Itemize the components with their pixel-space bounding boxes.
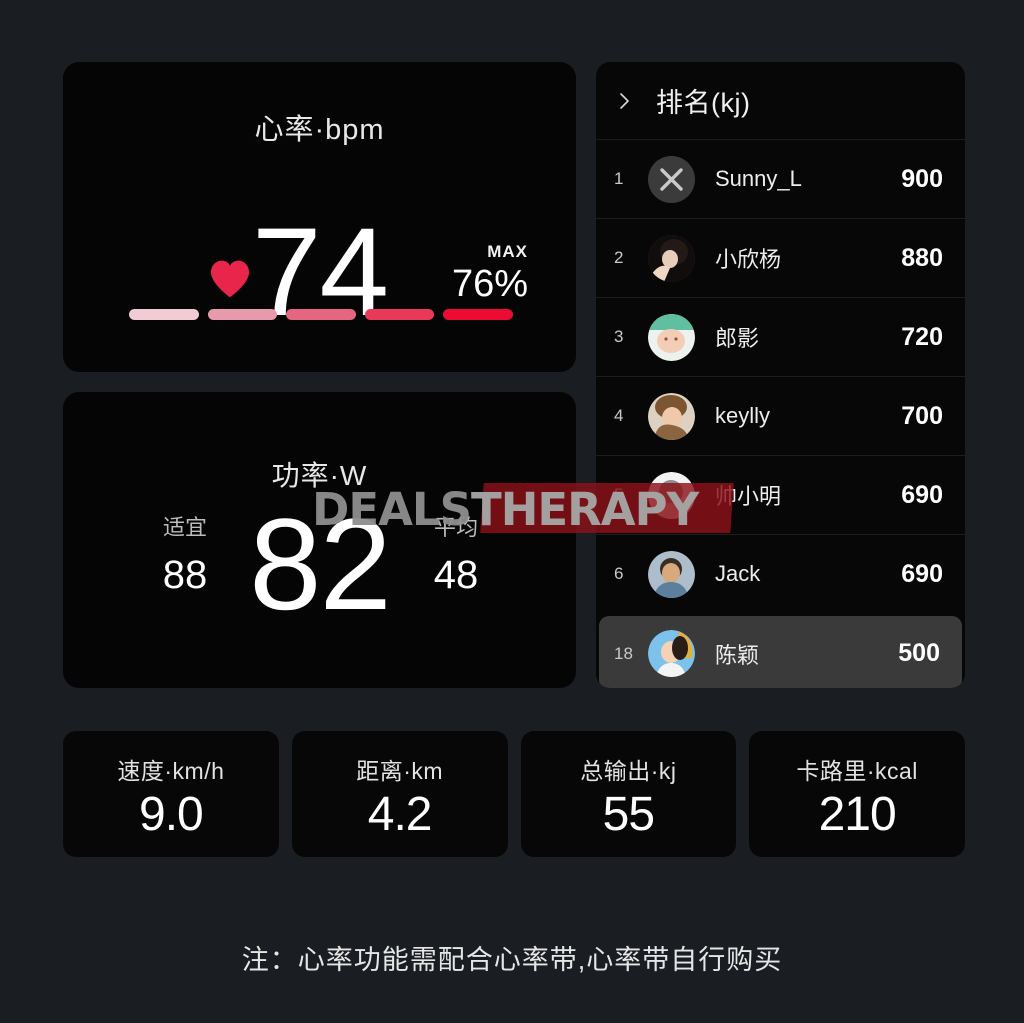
avatar (648, 471, 695, 519)
avatar (648, 155, 695, 203)
power-average-label: 平均 (433, 515, 478, 540)
heart-rate-zone-5 (443, 309, 513, 320)
leaderboard-score: 700 (901, 401, 943, 430)
stat-card: 总输出·kj 55 (520, 731, 737, 857)
leaderboard-row[interactable]: 18 陈颖 500 (599, 616, 962, 688)
leaderboard-row[interactable]: 4 keylly 700 (596, 376, 965, 455)
leaderboard-score: 880 (901, 243, 943, 272)
leaderboard-user-name: 陈颖 (715, 642, 760, 668)
leaderboard-rank: 2 (614, 248, 624, 267)
stat-card: 速度·km/h 9.0 (63, 731, 279, 857)
dashboard-screen: 心率·bpm 74 MAX 76% 功率·W 82 适宜 88 平均 48 排名… (0, 0, 1024, 1023)
heart-rate-title: 心率·bpm (254, 114, 385, 146)
heart-rate-zone-2 (207, 309, 278, 320)
power-average-block: 平均 48 (396, 510, 516, 596)
heart-rate-max-block: MAX 76% (452, 242, 528, 304)
heart-rate-card: 心率·bpm 74 MAX 76% (63, 62, 576, 372)
leaderboard-user-name: 小欣杨 (715, 247, 782, 272)
stat-cards-row: 速度·km/h 9.0 距离·km 4.2 总输出·kj 55 卡路里·kcal 210 (63, 731, 965, 857)
leaderboard-score: 690 (901, 559, 943, 588)
chevron-right-icon[interactable] (612, 89, 636, 113)
top-section: 心率·bpm 74 MAX 76% 功率·W 82 适宜 88 平均 48 排名… (0, 0, 1024, 712)
power-suitable-value: 88 (162, 553, 208, 597)
leaderboard-rank: 6 (614, 564, 624, 583)
leaderboard-row[interactable]: 1 Sunny_L 900 (596, 139, 965, 218)
leaderboard-header[interactable]: 排名(kj) (596, 62, 965, 139)
stat-card: 距离·km 4.2 (291, 731, 508, 857)
heart-rate-zone-1 (129, 309, 199, 320)
heart-rate-max-value: 76% (451, 263, 528, 305)
stat-value: 4.2 (367, 788, 433, 841)
heart-rate-zone-3 (286, 309, 356, 320)
leaderboard-user-name: 郎影 (715, 326, 760, 351)
leaderboard-score: 500 (898, 639, 940, 667)
footer-note: 注：心率功能需配合心率带,心率带自行购买 (241, 945, 783, 975)
leaderboard-score: 720 (901, 322, 943, 351)
avatar (648, 234, 695, 282)
power-suitable-block: 适宜 88 (125, 510, 245, 596)
stat-card: 卡路里·kcal 210 (749, 731, 965, 857)
leaderboard-row[interactable]: 3 郎影 720 (596, 297, 965, 376)
leaderboard-score: 690 (901, 480, 943, 509)
avatar (648, 550, 695, 598)
stat-label: 卡路里·kcal (796, 758, 918, 784)
leaderboard-rows: 1 Sunny_L 900 2 小欣杨 880 3 郎影 720 4 keylly 700 5 帅小明 69… (596, 139, 965, 688)
leaderboard-row[interactable]: 2 小欣杨 880 (596, 218, 965, 297)
leaderboard-panel: 排名(kj) 1 Sunny_L 900 2 小欣杨 880 3 郎影 720 4 keylly 70… (596, 62, 965, 688)
avatar (648, 630, 695, 677)
power-suitable-label: 适宜 (162, 515, 207, 540)
leaderboard-rank: 5 (614, 485, 624, 504)
power-average-value: 48 (433, 553, 479, 597)
stat-label: 总输出·kj (580, 758, 677, 784)
power-card: 功率·W 82 适宜 88 平均 48 (63, 392, 576, 688)
stat-value: 55 (602, 788, 655, 841)
leaderboard-user-name: Sunny_L (715, 166, 802, 191)
leaderboard-user-name: Jack (715, 561, 761, 586)
heart-rate-zone-bar (129, 309, 513, 320)
avatar (648, 313, 695, 361)
stat-value: 9.0 (139, 788, 204, 841)
heart-rate-max-label: MAX (487, 242, 528, 261)
power-title: 功率·W (271, 460, 368, 491)
leaderboard-title: 排名(kj) (656, 88, 751, 118)
leaderboard-rank: 4 (614, 406, 624, 425)
leaderboard-user-name: keylly (715, 403, 771, 428)
leaderboard-score: 900 (901, 164, 943, 193)
stat-label: 距离·km (356, 758, 444, 784)
leaderboard-row[interactable]: 6 Jack 690 (596, 534, 965, 613)
leaderboard-rank: 18 (614, 643, 633, 663)
leaderboard-rank: 3 (614, 327, 624, 346)
avatar (648, 392, 695, 440)
leaderboard-row[interactable]: 5 帅小明 690 (596, 455, 965, 534)
stat-value: 210 (818, 788, 897, 841)
stat-label: 速度·km/h (117, 758, 225, 784)
leaderboard-user-name: 帅小明 (715, 484, 782, 509)
leaderboard-rank: 1 (614, 169, 624, 188)
heart-rate-zone-4 (364, 309, 435, 320)
